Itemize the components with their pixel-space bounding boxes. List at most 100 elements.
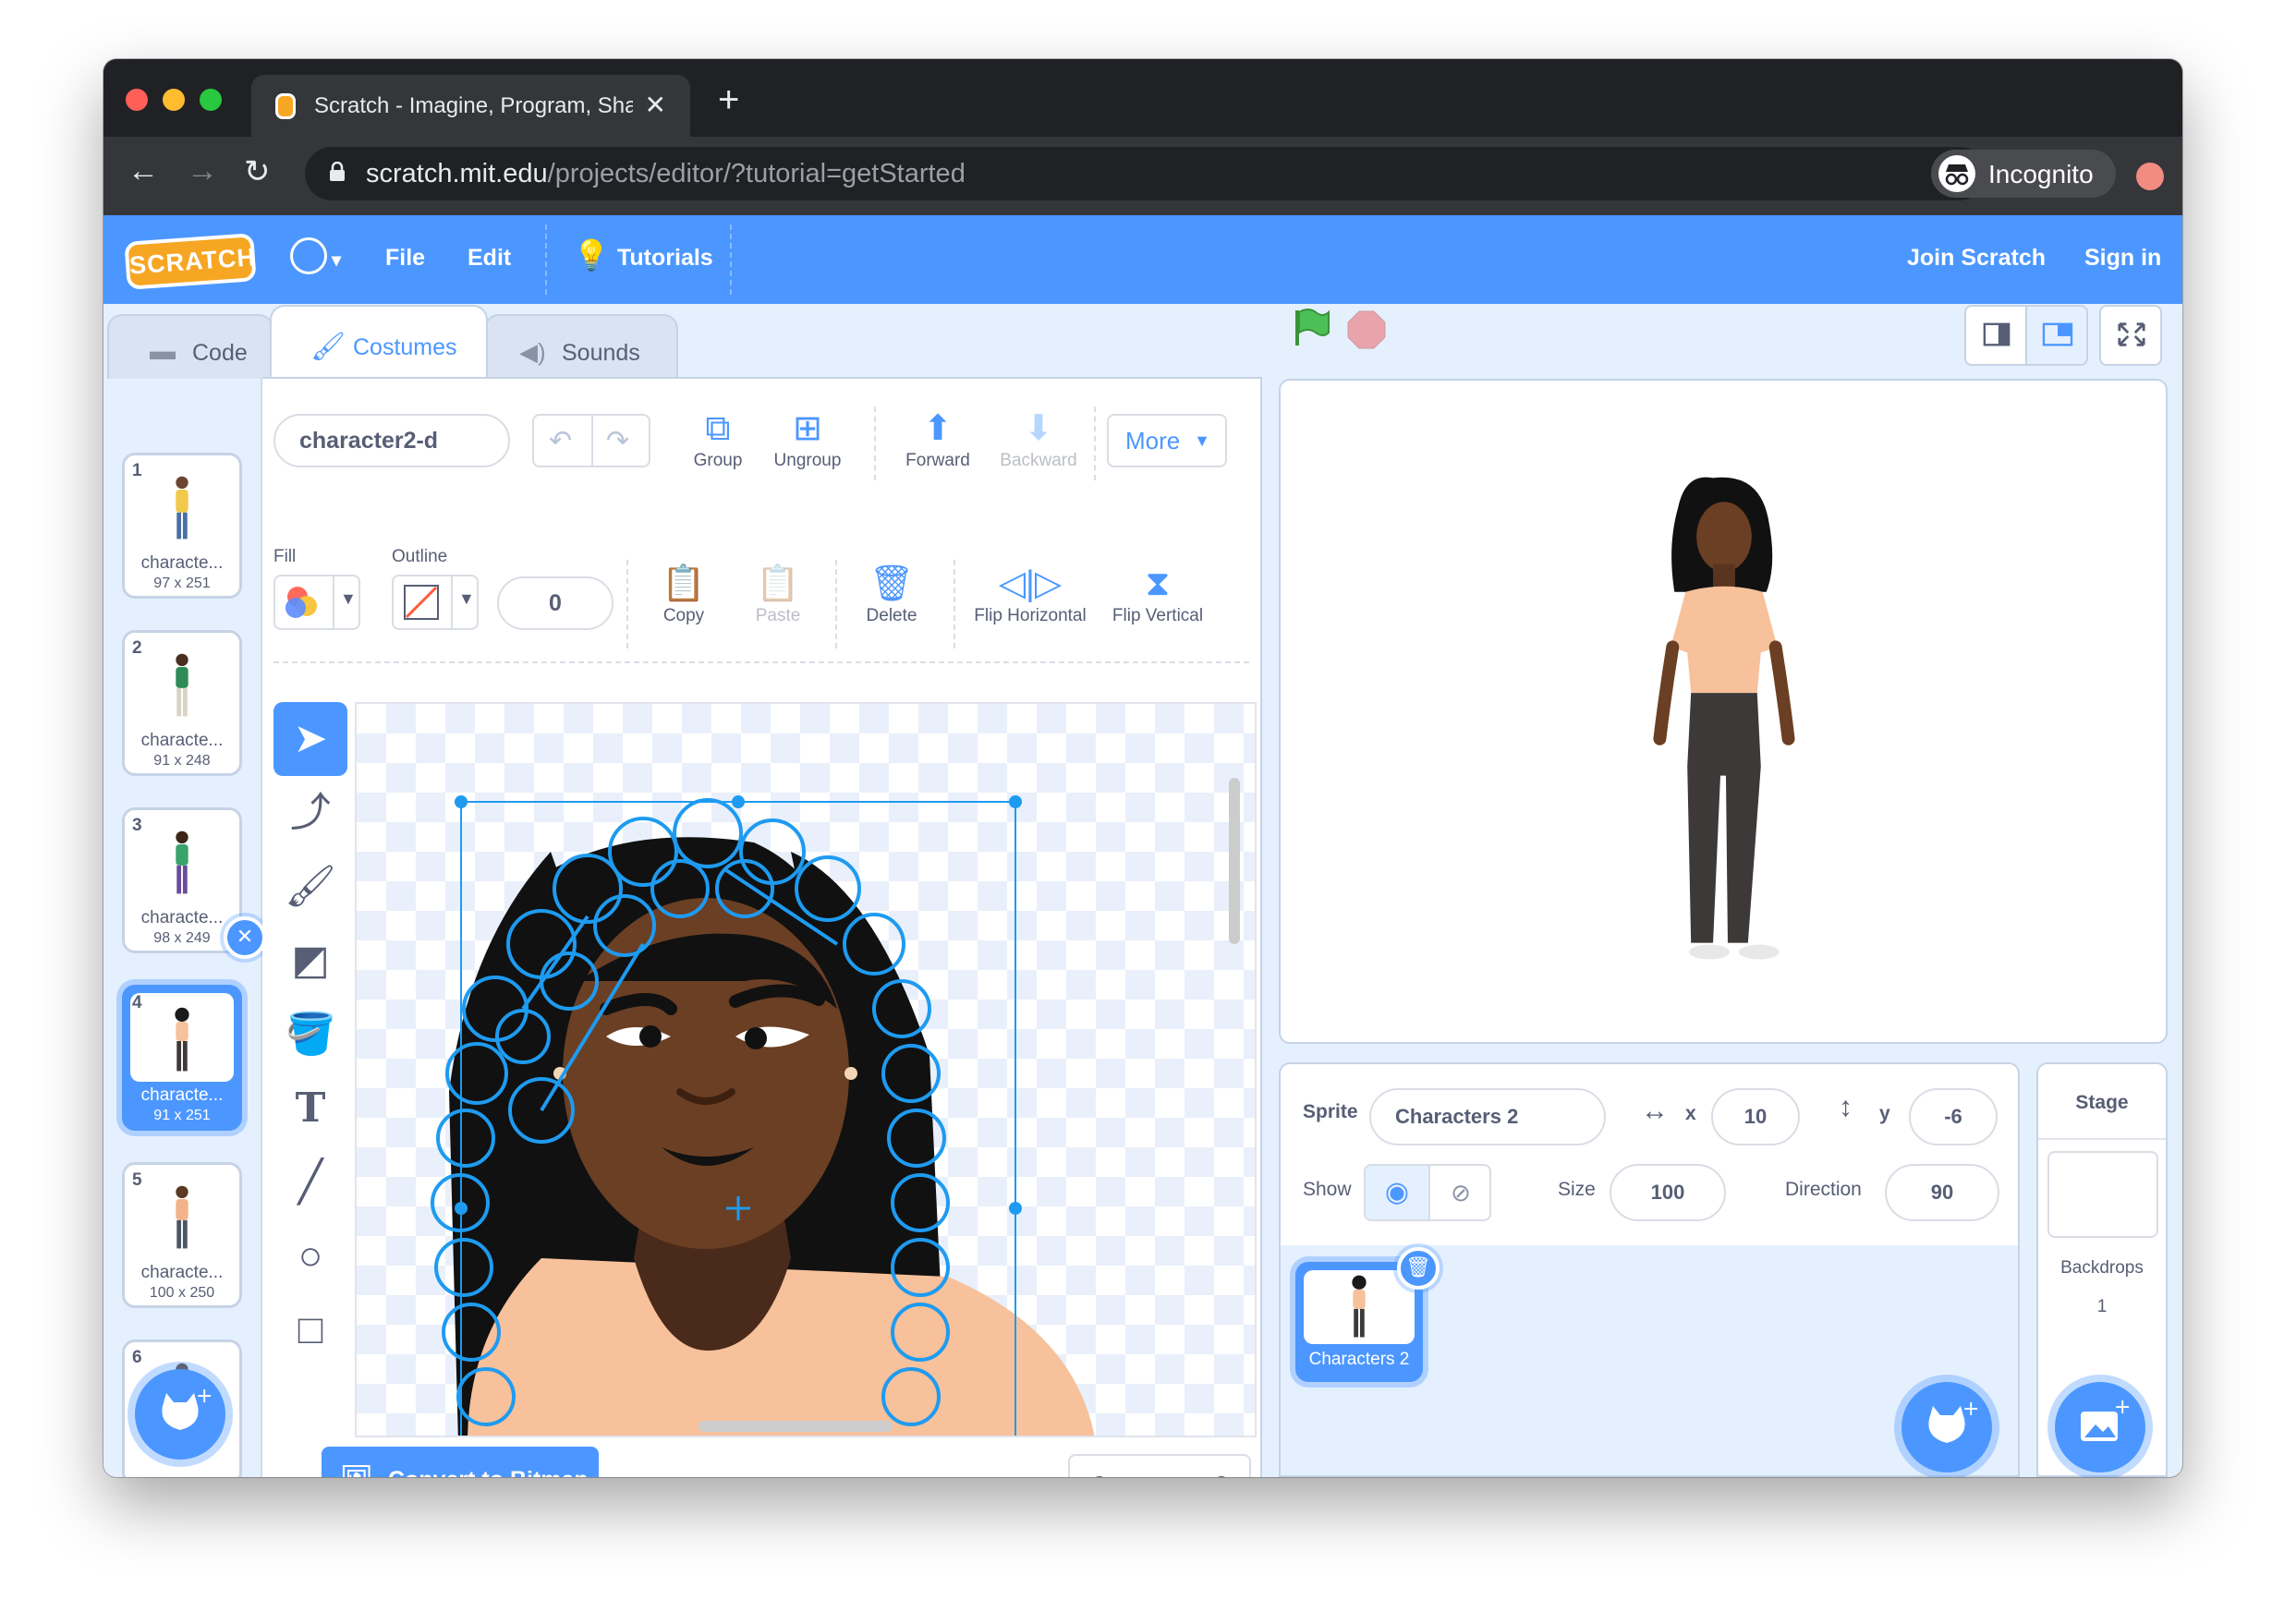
costume-tile-selected[interactable]: 4 characte... 91 x 251 (122, 985, 242, 1131)
eye-icon[interactable]: ◉ (1366, 1166, 1428, 1219)
fullscreen-button[interactable] (2099, 305, 2162, 366)
undo-icon[interactable]: ↶ (549, 425, 572, 457)
maximize-window-icon[interactable] (200, 89, 222, 111)
normal-stage-button[interactable] (2025, 305, 2088, 366)
minimize-window-icon[interactable] (163, 89, 185, 111)
outline-width-input[interactable]: 0 (497, 576, 614, 630)
fill-label: Fill (273, 547, 297, 566)
choose-backdrop-button[interactable]: + (2055, 1382, 2145, 1473)
convert-to-bitmap-button[interactable]: 🖼 Convert to Bitmap (322, 1447, 599, 1477)
speaker-icon: ◀) (519, 338, 546, 366)
redo-icon[interactable]: ↷ (606, 425, 629, 457)
more-dropdown[interactable]: More ▼ (1107, 414, 1227, 467)
flip-vertical-button[interactable]: ⧗ Flip Vertical (1098, 562, 1218, 626)
reload-icon[interactable]: ↻ (244, 153, 271, 190)
fill-tool-icon[interactable]: 🪣 (273, 998, 347, 1072)
costume-tile[interactable]: 5 characte... 100 x 250 (122, 1162, 242, 1308)
copy-button[interactable]: 📋 Copy (638, 562, 730, 626)
menu-tutorials[interactable]: Tutorials (617, 245, 713, 272)
paint-canvas[interactable] (355, 702, 1257, 1437)
costume-tile[interactable]: 2 characte... 91 x 248 (122, 630, 242, 776)
back-icon[interactable]: ← (128, 153, 159, 189)
backward-button[interactable]: ⬇ Backward (987, 406, 1090, 471)
chevron-down-icon[interactable]: ▾ (332, 248, 341, 272)
tab-code[interactable]: ▬ Code (107, 314, 273, 384)
small-stage-button[interactable] (1964, 305, 2027, 366)
x-input[interactable]: 10 (1711, 1088, 1800, 1145)
visibility-toggle: ◉ ⊘ (1364, 1164, 1491, 1221)
divider (1094, 406, 1096, 480)
costume-thumbnail (175, 1007, 189, 1072)
forward-icon[interactable]: → (187, 153, 218, 189)
join-scratch-link[interactable]: Join Scratch (1907, 245, 2046, 272)
scratch-logo[interactable]: SCRATCH (124, 233, 257, 290)
fill-color-picker[interactable]: ▼ (273, 575, 360, 630)
backward-label: Backward (1000, 451, 1077, 470)
tab-code-label: Code (192, 340, 248, 366)
reshape-tool-icon[interactable]: ⤴ (273, 776, 347, 850)
divider (2038, 1138, 2166, 1140)
eye-hidden-icon[interactable]: ⊘ (1428, 1166, 1491, 1219)
group-button[interactable]: ⧉ Group (676, 406, 759, 471)
address-bar[interactable]: scratch.mit.edu/projects/editor/?tutoria… (305, 147, 1986, 200)
lock-icon (330, 162, 345, 181)
paint-editor: character2-d ↶ ↷ ⧉ Group ⊞ Ungroup ⬆ Forwar… (262, 377, 1262, 1477)
y-input[interactable]: -6 (1909, 1088, 1998, 1145)
menu-divider (730, 224, 732, 295)
menu-divider (545, 224, 547, 295)
menu-edit[interactable]: Edit (468, 245, 511, 272)
choose-costume-button[interactable]: + (135, 1369, 225, 1460)
rectangle-tool-icon[interactable]: □ (273, 1293, 347, 1367)
costume-name-input[interactable]: character2-d (273, 414, 510, 467)
paste-button[interactable]: 📋 Paste (732, 562, 824, 626)
tab-costumes[interactable]: 🖌 Costumes (270, 305, 488, 379)
forward-button[interactable]: ⬆ Forward (887, 406, 989, 471)
zoom-out-icon[interactable]: ⊖ (1070, 1469, 1129, 1477)
tab-sounds[interactable]: ◀) Sounds (484, 314, 678, 384)
circle-tool-icon[interactable]: ○ (273, 1219, 347, 1293)
menu-file[interactable]: File (385, 245, 425, 272)
costume-size: 98 x 249 (153, 930, 211, 946)
zoom-in-icon[interactable]: ⊕ (1192, 1469, 1251, 1477)
sprite-on-stage (1653, 477, 1795, 960)
svg-text:+: + (1962, 1398, 1979, 1421)
size-input[interactable]: 100 (1610, 1164, 1726, 1221)
green-flag-icon[interactable] (1288, 305, 1332, 349)
sprite-name-input[interactable]: Characters 2 (1369, 1088, 1606, 1145)
delete-costume-icon[interactable]: ✕ (224, 916, 266, 959)
outline-color-picker[interactable]: ▼ (392, 575, 479, 630)
divider (954, 560, 955, 648)
sign-in-link[interactable]: Sign in (2084, 245, 2161, 272)
zoom-reset-icon[interactable]: = (1131, 1469, 1190, 1477)
direction-input[interactable]: 90 (1885, 1164, 1999, 1221)
costume-thumbnail (176, 830, 188, 894)
group-label: Group (693, 451, 743, 470)
y-label: y (1879, 1103, 1890, 1124)
choose-sprite-button[interactable]: + (1901, 1382, 1992, 1473)
brush-tool-icon[interactable]: 🖌 (273, 850, 347, 924)
delete-button[interactable]: 🗑 Delete (841, 562, 942, 626)
close-window-icon[interactable] (126, 89, 148, 111)
text-tool-icon[interactable]: T (273, 1072, 347, 1145)
costume-size: 91 x 248 (153, 753, 211, 769)
stage[interactable] (1279, 379, 2168, 1044)
select-tool-icon[interactable]: ➤ (273, 702, 347, 776)
extension-icon[interactable] (2136, 163, 2164, 190)
ungroup-button[interactable]: ⊞ Ungroup (761, 406, 854, 471)
backdrop-thumbnail[interactable] (2047, 1151, 2158, 1238)
forward-label: Forward (905, 451, 970, 470)
browser-tab[interactable]: Scratch - Imagine, Program, Share ✕ (251, 75, 690, 137)
new-tab-icon[interactable]: + (718, 79, 739, 121)
stop-icon[interactable] (1347, 310, 1386, 349)
flip-horizontal-button[interactable]: ◁|▷ Flip Horizontal (963, 562, 1098, 626)
eraser-tool-icon[interactable]: ◩ (273, 924, 347, 998)
language-globe-icon[interactable] (290, 237, 327, 274)
close-tab-icon[interactable]: ✕ (645, 90, 666, 120)
line-tool-icon[interactable]: ╱ (273, 1145, 347, 1219)
incognito-profile[interactable]: Incognito (1931, 150, 2116, 198)
svg-text:+: + (2114, 1396, 2131, 1419)
trash-icon: 🗑 (869, 564, 915, 603)
costume-tile[interactable]: 1 characte... 97 x 251 (122, 453, 242, 599)
costume-thumbnail (176, 1185, 188, 1249)
delete-sprite-icon[interactable]: 🗑 (1397, 1247, 1440, 1290)
